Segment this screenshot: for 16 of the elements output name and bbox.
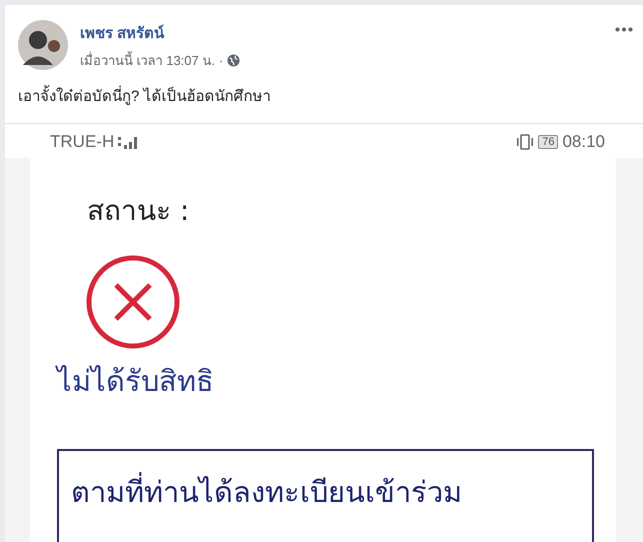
notice-text: ตามที่ท่านได้ลงทะเบียนเข้าร่วม — [71, 469, 580, 515]
author-name[interactable]: เพชร สหรัตน์ — [80, 21, 240, 45]
status-result: ไม่ได้รับสิทธิ — [57, 363, 215, 400]
post-timestamp[interactable]: เมื่อวานนี้ เวลา 13:07 น. — [80, 50, 215, 71]
more-options-icon[interactable] — [615, 27, 633, 32]
post-text: เอาจั้งใด๋ต่อบัดนี่กู? ได้เป็นฮ้อดนักศึกษา — [18, 84, 631, 108]
vibrate-icon — [516, 134, 534, 150]
battery-level: 76 — [538, 135, 558, 149]
carrier-name: TRUE-H — [50, 132, 114, 152]
status-label: สถานะ : — [87, 193, 190, 229]
error-icon — [85, 254, 181, 350]
separator: · — [218, 53, 224, 68]
attached-screenshot[interactable]: TRUE-H 76 08:10 สถานะ : ไม่ได้รับสิทธิ ตามที่ท่านได้ลงทะเบียนเข้าร่วม — [5, 123, 643, 542]
globe-icon — [227, 54, 240, 67]
clock: 08:10 — [562, 132, 605, 152]
avatar[interactable] — [18, 20, 68, 70]
